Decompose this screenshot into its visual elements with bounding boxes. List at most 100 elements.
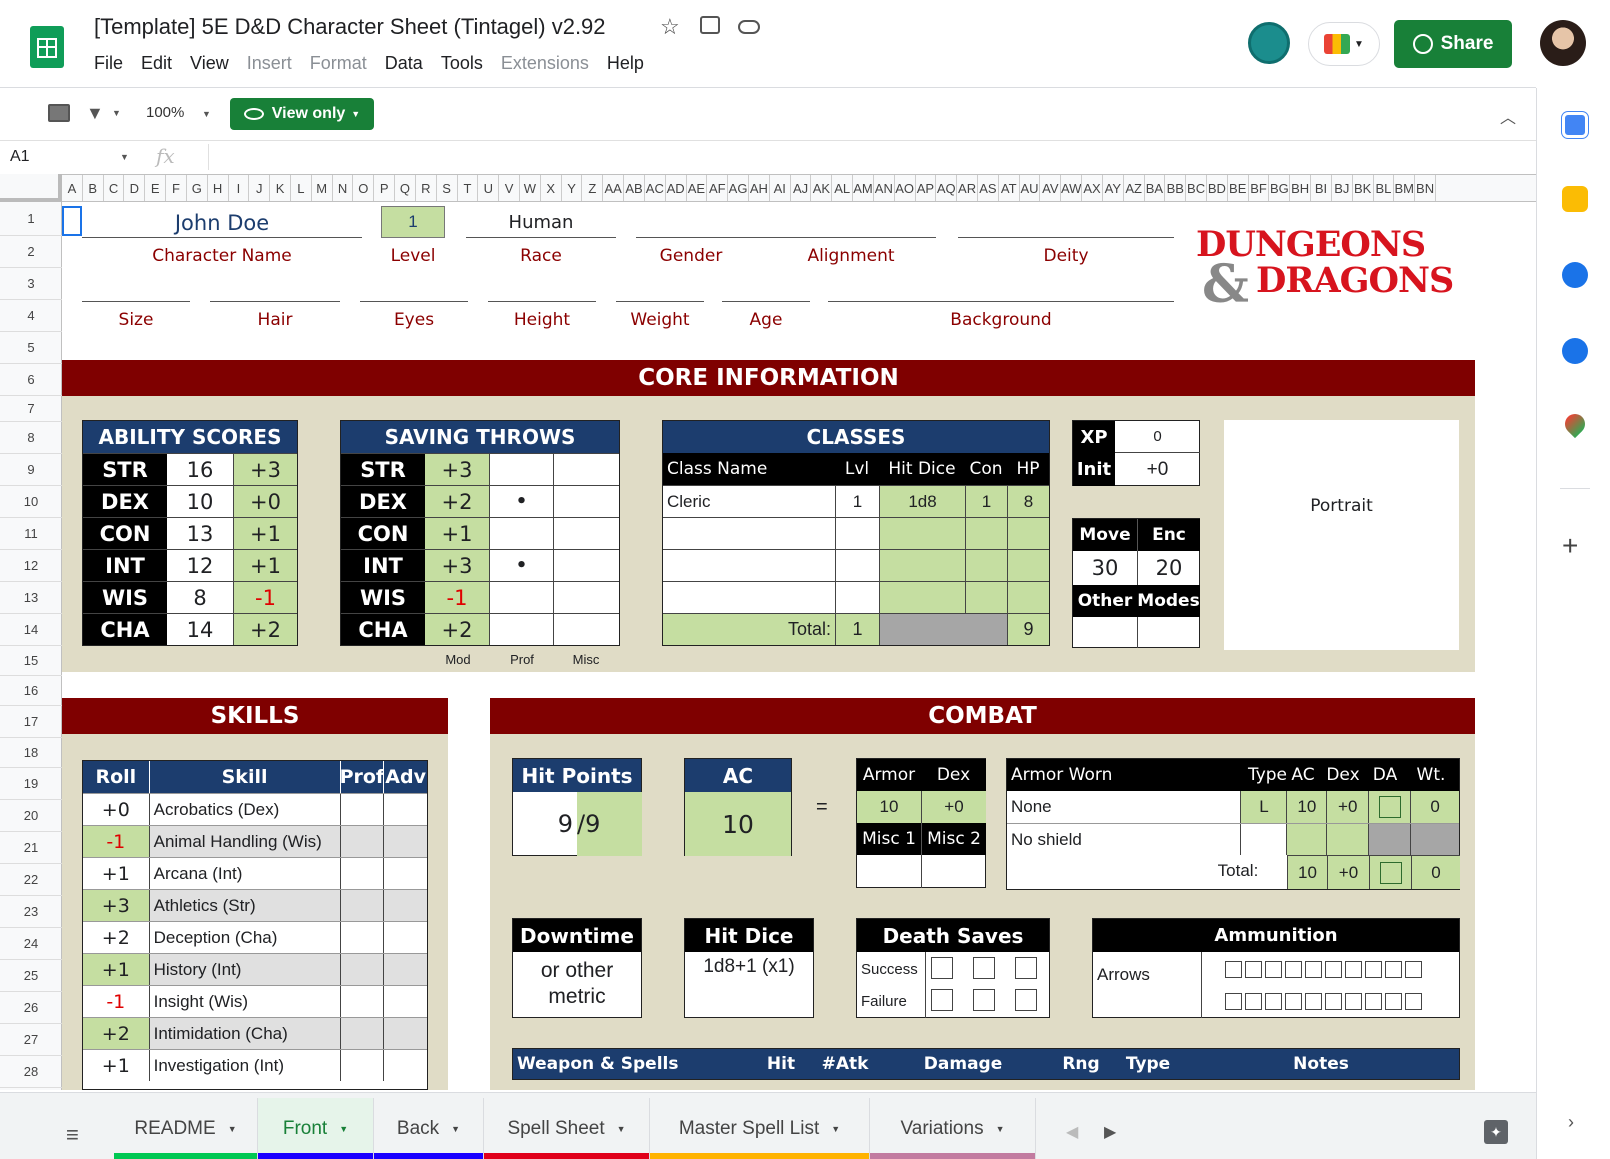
row-header[interactable]: 7 [0,396,62,422]
filter-chevron-icon[interactable]: ▼ [112,108,121,118]
view-only-button[interactable]: View only ▼ [230,98,374,130]
column-header[interactable]: F [166,175,187,201]
column-header[interactable]: B [83,175,104,201]
row-header[interactable]: 19 [0,768,62,800]
menu-format[interactable]: Format [310,53,367,74]
ammo-checkbox[interactable] [1325,961,1342,978]
skill-prof[interactable] [339,954,384,985]
row-header[interactable]: 6 [0,364,62,396]
skill-prof[interactable] [339,986,384,1017]
all-sheets-icon[interactable]: ≡ [66,1122,79,1148]
armor-name-cell[interactable]: No shield [1007,824,1240,855]
move-drive-icon[interactable] [700,16,720,34]
class-name-cell[interactable] [663,550,835,581]
row-header[interactable]: 14 [0,614,62,646]
class-lvl-cell[interactable] [835,582,879,613]
row-header[interactable]: 8 [0,422,62,454]
column-header[interactable]: X [541,175,562,201]
armor-name-cell[interactable]: None [1007,791,1240,823]
column-header[interactable]: K [270,175,291,201]
save-proficiency[interactable]: • [489,550,553,581]
chevron-down-icon[interactable]: ▼ [339,1124,348,1134]
row-header[interactable]: 1 [0,202,62,236]
ability-score[interactable]: 12 [167,550,233,581]
column-header[interactable]: AJ [791,175,812,201]
ability-score[interactable]: 14 [167,614,233,645]
column-header[interactable]: BC [1186,175,1207,201]
failure-checkbox[interactable] [931,989,953,1011]
ability-score[interactable]: 8 [167,582,233,613]
column-header[interactable]: AT [999,175,1020,201]
column-header[interactable]: A [62,175,83,201]
column-header[interactable]: O [353,175,375,201]
class-lvl-cell[interactable] [835,518,879,549]
column-header[interactable]: V [499,175,520,201]
column-header[interactable]: W [520,175,541,201]
menu-file[interactable]: File [94,53,123,74]
contacts-icon[interactable] [1562,338,1588,364]
row-header[interactable]: 28 [0,1056,62,1088]
ability-score[interactable]: 13 [167,518,233,549]
other-modes-value[interactable] [1137,617,1138,648]
column-header[interactable]: AR [957,175,978,201]
race-value[interactable]: Human [466,208,616,238]
column-header[interactable]: AH [749,175,770,201]
collapse-icon[interactable]: ︿ [1500,104,1516,128]
column-header[interactable]: D [124,175,146,201]
column-header[interactable]: G [187,175,208,201]
column-header[interactable]: AI [770,175,791,201]
column-header[interactable]: AN [874,175,895,201]
column-header[interactable]: AU [1020,175,1041,201]
ammo-checkbox[interactable] [1405,961,1422,978]
downtime-value[interactable]: or other metric [513,952,641,1016]
save-proficiency[interactable] [489,454,553,485]
column-header[interactable]: BN [1415,175,1436,201]
ammo-checkbox[interactable] [1265,961,1282,978]
tasks-icon[interactable] [1562,262,1588,288]
save-proficiency[interactable] [489,518,553,549]
column-header[interactable]: P [374,175,396,201]
column-header[interactable]: BJ [1332,175,1353,201]
ammo-checkbox[interactable] [1305,961,1322,978]
class-name-cell[interactable]: Cleric [663,486,835,517]
row-header[interactable]: 4 [0,300,62,332]
row-header[interactable]: 5 [0,332,62,364]
column-header[interactable]: J [249,175,271,201]
ammo-checkbox[interactable] [1245,961,1262,978]
column-header[interactable]: AA [603,175,625,201]
row-header[interactable]: 18 [0,738,62,768]
column-header[interactable]: AQ [936,175,958,201]
skill-adv[interactable] [383,826,427,857]
tab-scroll-right-icon[interactable]: ▶ [1104,1122,1116,1142]
column-header[interactable]: N [333,175,354,201]
skill-adv[interactable] [383,890,427,921]
row-header[interactable]: 27 [0,1024,62,1056]
tab-scroll-left-icon[interactable]: ◀ [1066,1122,1078,1142]
save-misc[interactable] [553,486,619,517]
column-header[interactable]: AD [666,175,687,201]
column-header[interactable]: U [478,175,500,201]
ammo-checkbox[interactable] [1325,993,1342,1010]
filter-icon[interactable]: ▼ [86,103,104,124]
chevron-down-icon[interactable]: ▼ [451,1124,460,1134]
ammo-checkbox[interactable] [1345,993,1362,1010]
column-header[interactable]: R [416,175,437,201]
save-proficiency[interactable]: • [489,486,553,517]
column-header[interactable]: BG [1269,175,1291,201]
skill-adv[interactable] [383,1018,427,1049]
row-header[interactable]: 26 [0,992,62,1024]
success-checkbox[interactable] [973,957,995,979]
row-header[interactable]: 21 [0,832,62,864]
explore-icon[interactable]: ✦ [1484,1120,1508,1144]
ammo-checkbox[interactable] [1285,993,1302,1010]
save-misc[interactable] [553,518,619,549]
skill-adv[interactable] [383,986,427,1017]
ammo-checkbox[interactable] [1245,993,1262,1010]
column-header[interactable]: AZ [1124,175,1145,201]
addon-icon[interactable] [1248,22,1290,64]
ammo-checkbox[interactable] [1265,993,1282,1010]
tab-variations[interactable]: Variations ▼ [870,1098,1036,1159]
skill-prof[interactable] [339,1018,384,1049]
hp-current[interactable]: 9 [513,792,577,856]
chevron-down-icon[interactable]: ▼ [831,1124,840,1134]
